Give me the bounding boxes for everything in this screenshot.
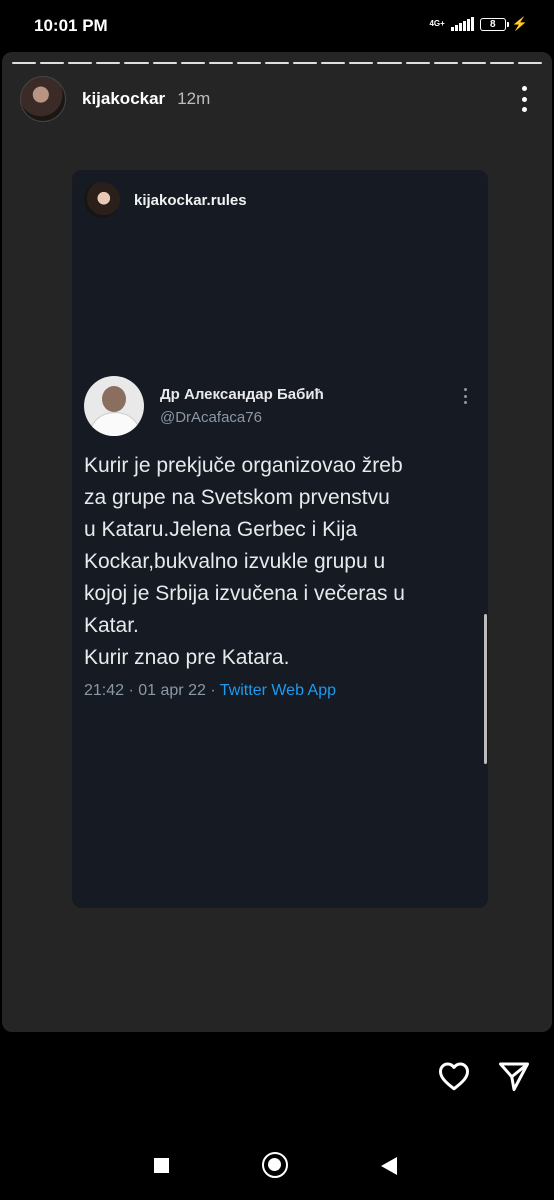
progress-segment: [152, 62, 177, 64]
battery-icon: 8: [479, 17, 509, 31]
progress-segment: [236, 62, 261, 64]
signal-icon: [450, 17, 474, 31]
tweet-meta: 21:42 · 01 apr 22 · Twitter Web App: [84, 682, 476, 700]
progress-segment: [321, 62, 346, 64]
tweet-author-handle: @DrAcafaca76: [160, 409, 262, 426]
tweet-more-dot: [464, 401, 467, 404]
profile-avatar[interactable]: [20, 76, 66, 122]
tweet-author-avatar: [84, 376, 144, 436]
progress-segment: [433, 62, 458, 64]
tweet-text: Kurir je prekjuče organizovao žreb za gr…: [84, 454, 405, 669]
more-dot: [521, 96, 527, 102]
shared-post-header: kijakockar.rules: [84, 182, 247, 218]
tweet: Др Александар Бабић @DrAcafaca76 Kurir j…: [84, 376, 476, 700]
story-progress: [12, 62, 543, 64]
progress-segment: [208, 62, 233, 64]
progress-segment: [124, 62, 149, 64]
progress-segment: [12, 62, 37, 64]
shared-account-username[interactable]: kijakockar.rules: [134, 192, 247, 209]
back-button[interactable]: [381, 1157, 397, 1175]
progress-segment: [293, 62, 318, 64]
tweet-author-name: Др Александар Бабић: [160, 386, 324, 403]
more-dot: [521, 107, 527, 112]
send-icon[interactable]: [496, 1058, 532, 1094]
story-username[interactable]: kijakockar: [82, 89, 165, 109]
home-button[interactable]: [262, 1152, 288, 1178]
story-time: 12m: [177, 89, 211, 108]
battery-level: 8: [490, 18, 496, 30]
progress-segment: [489, 62, 514, 64]
tweet-more-dot: [464, 388, 467, 391]
shared-account-avatar[interactable]: [84, 182, 120, 218]
recents-button[interactable]: [154, 1158, 169, 1173]
tweet-more-dot: [464, 394, 467, 398]
progress-segment: [405, 62, 430, 64]
progress-segment: [349, 62, 374, 64]
progress-segment: [68, 62, 93, 64]
progress-segment: [377, 62, 402, 64]
story-actions: [436, 1058, 532, 1094]
heart-icon[interactable]: [436, 1058, 472, 1094]
progress-segment: [180, 62, 205, 64]
story-header: kijakockar 12m: [20, 76, 210, 122]
story-view[interactable]: kijakockar 12m kijakockar.rules Др Алекс…: [2, 52, 552, 1032]
progress-segment: [96, 62, 121, 64]
charging-icon: ⚡: [511, 16, 528, 31]
system-nav-bar: [0, 1130, 554, 1200]
progress-segment: [517, 62, 543, 64]
scrollbar: [484, 614, 487, 764]
tweet-source: Twitter Web App: [219, 682, 336, 699]
tweet-header: Др Александар Бабић @DrAcafaca76: [84, 376, 476, 436]
progress-segment: [264, 62, 290, 64]
progress-segment: [40, 62, 65, 64]
shared-post-card[interactable]: kijakockar.rules Др Александар Бабић @Dr…: [72, 170, 488, 908]
progress-segment: [461, 62, 486, 64]
status-time: 10:01 PM: [34, 16, 108, 35]
status-icons: 4G+ 8 ⚡: [429, 16, 528, 32]
network-type: 4G+: [429, 19, 445, 28]
tweet-more-icon: [464, 388, 468, 404]
status-bar: 10:01 PM 4G+ 8 ⚡: [0, 0, 554, 50]
more-dot: [521, 86, 527, 91]
tweet-author: Др Александар Бабић @DrAcafaca76: [160, 386, 324, 426]
tweet-timestamp: 21:42 · 01 apr 22 ·: [84, 682, 220, 699]
more-options-button[interactable]: [518, 86, 530, 112]
